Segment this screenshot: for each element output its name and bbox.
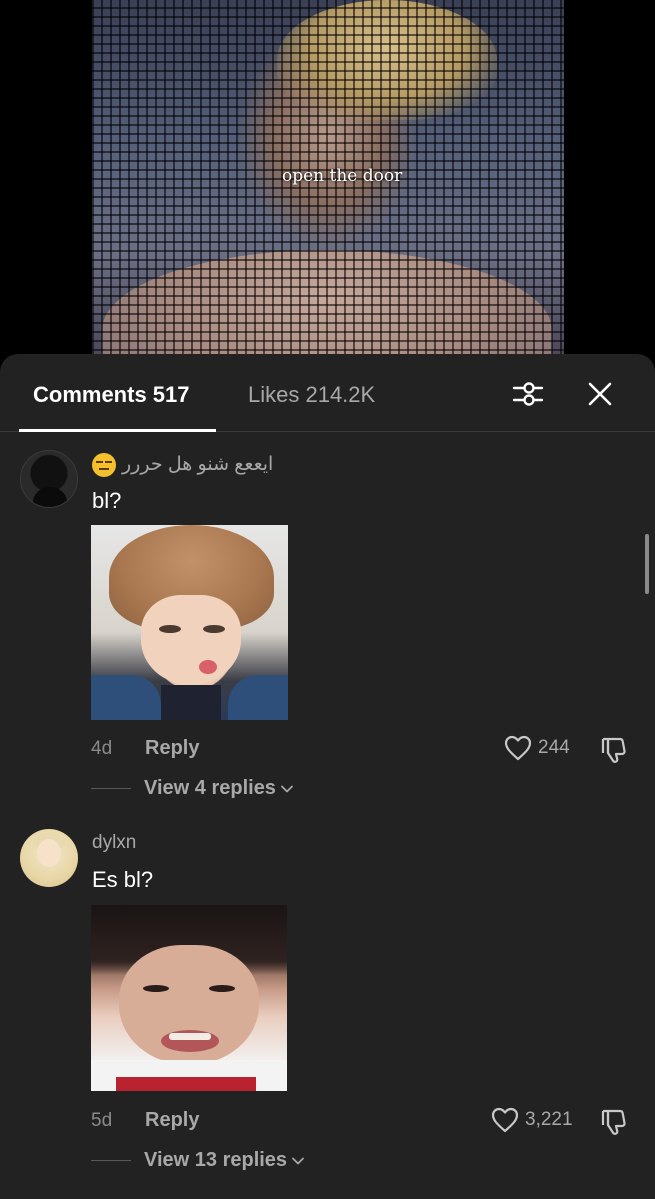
reply-button[interactable]: Reply: [145, 1109, 199, 1132]
like-count: 3,221: [525, 1109, 573, 1130]
active-tab-indicator: [19, 429, 216, 432]
tab-comments[interactable]: Comments 517: [33, 382, 190, 408]
username-text: ايععع شنو هل حررر: [122, 454, 274, 476]
comment-age: 5d: [91, 1110, 113, 1131]
comment-age: 4d: [91, 738, 113, 759]
dislike-icon[interactable]: [600, 735, 630, 765]
comments-tab-bar: Comments 517 Likes 214.2K: [0, 354, 655, 432]
comment-username[interactable]: ايععع شنو هل حررر: [92, 453, 273, 477]
view-replies-button[interactable]: View 13 replies: [91, 1149, 305, 1172]
scrollbar-thumb[interactable]: [645, 534, 649, 594]
tab-likes[interactable]: Likes 214.2K: [248, 382, 375, 408]
chevron-down-icon: [281, 785, 293, 792]
expressionless-face-emoji-icon: [92, 453, 116, 477]
like-count: 244: [538, 737, 570, 758]
view-replies-button[interactable]: View 4 replies: [91, 777, 294, 800]
reply-button[interactable]: Reply: [145, 737, 199, 760]
screen: open the door Comments 517 Likes 214.2K: [0, 0, 655, 1199]
view-replies-text: View 4 replies: [144, 777, 276, 799]
chevron-down-icon: [292, 1157, 304, 1164]
dislike-icon[interactable]: [600, 1107, 630, 1137]
heart-icon: [504, 735, 532, 761]
comment-image-attachment[interactable]: [91, 525, 288, 720]
comment-image-attachment[interactable]: [91, 905, 287, 1091]
close-icon[interactable]: [584, 378, 616, 410]
like-button[interactable]: 3,221: [491, 1107, 573, 1133]
view-replies-text: View 13 replies: [144, 1149, 288, 1171]
comments-sheet: Comments 517 Likes 214.2K ايععع شنو هل ح…: [0, 354, 655, 1199]
avatar[interactable]: [20, 829, 78, 887]
comment-text: Es bl?: [92, 867, 154, 892]
comment-username[interactable]: dylxn: [92, 832, 136, 854]
avatar[interactable]: [20, 450, 78, 508]
filter-sliders-icon[interactable]: [512, 378, 544, 410]
like-button[interactable]: 244: [504, 735, 570, 761]
video-player[interactable]: open the door: [92, 0, 564, 360]
heart-icon: [491, 1107, 519, 1133]
comment-text: bl?: [92, 488, 122, 513]
video-caption: open the door: [282, 166, 403, 186]
